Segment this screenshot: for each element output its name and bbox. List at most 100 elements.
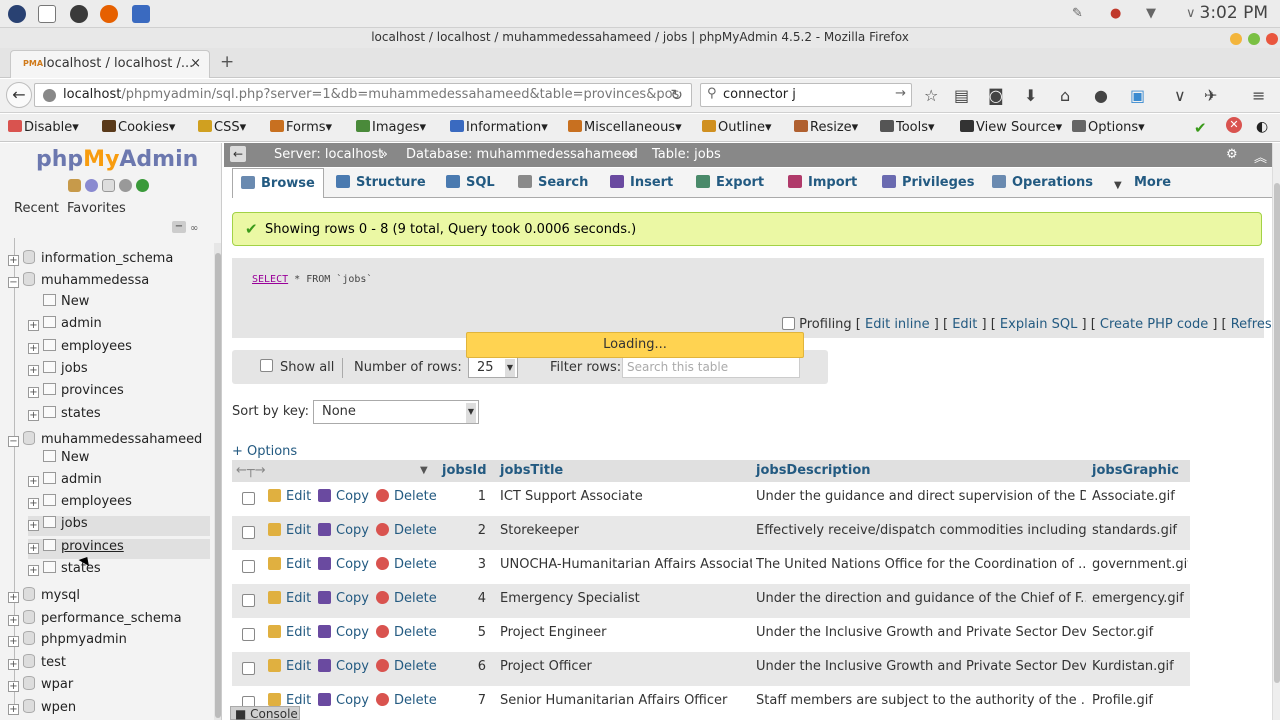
- terminal-icon[interactable]: [38, 5, 56, 23]
- tree-item-jobs[interactable]: + jobs: [28, 516, 210, 536]
- devbar-forms-menu[interactable]: Forms▾: [270, 120, 332, 135]
- edit-button[interactable]: Edit: [268, 557, 311, 572]
- search-go-icon[interactable]: →: [895, 86, 906, 101]
- tree-item-wpen[interactable]: + wpen: [8, 699, 208, 719]
- rows-select[interactable]: 25 ▼: [468, 356, 518, 378]
- tab-browse[interactable]: Browse: [232, 168, 324, 198]
- edit-button[interactable]: Edit: [268, 659, 311, 674]
- reload-nav-icon[interactable]: [136, 179, 149, 192]
- row-checkbox[interactable]: [242, 560, 255, 573]
- cell-jobstitle[interactable]: Project Engineer: [500, 625, 752, 640]
- tab-privileges[interactable]: Privileges: [874, 168, 980, 198]
- expand-icon[interactable]: +: [28, 320, 39, 331]
- profiling-checkbox[interactable]: [782, 317, 795, 330]
- menu-chevron-icon[interactable]: ∨: [1186, 6, 1196, 21]
- delete-button[interactable]: Delete: [376, 489, 437, 504]
- devbar-cookies-menu[interactable]: Cookies▾: [102, 120, 175, 135]
- devbar-images-menu[interactable]: Images▾: [356, 120, 426, 135]
- tree-item-test[interactable]: + test: [8, 654, 208, 674]
- site-info-icon[interactable]: [43, 89, 56, 102]
- breadcrumb-database[interactable]: Database: muhammedessahameed: [406, 147, 638, 162]
- column-header-jobsdescription[interactable]: jobsDescription: [756, 463, 871, 478]
- options-link[interactable]: + Options: [232, 444, 297, 459]
- edit-button[interactable]: Edit: [268, 489, 311, 504]
- column-resize-arrows-icon[interactable]: ←┬→: [236, 463, 266, 478]
- gear-icon[interactable]: ⚙: [1226, 147, 1238, 162]
- column-header-jobstitle[interactable]: jobsTitle: [500, 463, 563, 478]
- expand-icon[interactable]: +: [8, 659, 19, 670]
- expand-icon[interactable]: +: [28, 520, 39, 531]
- cell-jobsdescription[interactable]: Effectively receive/dispatch commodities…: [756, 523, 1086, 538]
- tree-item-phpmyadmin[interactable]: + phpmyadmin: [8, 631, 208, 651]
- recent-tab[interactable]: Recent: [14, 201, 59, 216]
- tree-item-employees[interactable]: + employees: [28, 494, 210, 514]
- tree-item-employees[interactable]: + employees: [28, 339, 210, 359]
- record-icon[interactable]: ●: [1110, 6, 1121, 21]
- network-icon[interactable]: ▼: [1146, 6, 1156, 21]
- edit-inline-link[interactable]: Edit inline: [865, 317, 930, 332]
- cell-jobsdescription[interactable]: Under the direction and guidance of the …: [756, 591, 1086, 606]
- delete-button[interactable]: Delete: [376, 625, 437, 640]
- expand-icon[interactable]: +: [8, 681, 19, 692]
- chat-icon[interactable]: ●: [1094, 86, 1108, 105]
- cell-jobstitle[interactable]: ICT Support Associate: [500, 489, 752, 504]
- tree-item-states[interactable]: + states: [28, 561, 210, 581]
- devbar-options-menu[interactable]: Options▾: [1072, 120, 1145, 135]
- logout-icon[interactable]: [85, 179, 98, 192]
- breadcrumb-server[interactable]: Server: localhost: [274, 147, 383, 162]
- search-input[interactable]: connector j: [723, 87, 796, 102]
- fedora-icon[interactable]: [8, 5, 26, 23]
- cell-jobsid[interactable]: 4: [464, 591, 486, 606]
- devbar-resize-menu[interactable]: Resize▾: [794, 120, 858, 135]
- sql-query[interactable]: SELECT * FROM `jobs`: [252, 274, 372, 285]
- expand-icon[interactable]: +: [8, 592, 19, 603]
- cell-jobsdescription[interactable]: Under the guidance and direct supervisio…: [756, 489, 1086, 504]
- column-header-jobsgraphic[interactable]: jobsGraphic: [1092, 463, 1179, 478]
- create-php-code-link[interactable]: Create PHP code: [1100, 317, 1208, 332]
- tab-structure[interactable]: Structure: [328, 168, 434, 198]
- explain-sql-link[interactable]: Explain SQL: [1000, 317, 1077, 332]
- close-tab-icon[interactable]: ×: [190, 56, 201, 71]
- cell-jobsid[interactable]: 2: [464, 523, 486, 538]
- expand-icon[interactable]: +: [28, 565, 39, 576]
- breadcrumb-table[interactable]: Table: jobs: [652, 147, 721, 162]
- row-checkbox[interactable]: [242, 492, 255, 505]
- phpmyadmin-logo[interactable]: phpMyAdmin: [36, 147, 198, 172]
- tree-item-admin[interactable]: + admin: [28, 472, 210, 492]
- copy-button[interactable]: Copy: [318, 489, 369, 504]
- hamburger-menu-icon[interactable]: ≡: [1252, 86, 1265, 105]
- toolbar-help-icon[interactable]: ◐: [1256, 119, 1268, 135]
- cell-jobsdescription[interactable]: The United Nations Office for the Coordi…: [756, 557, 1086, 572]
- expand-icon[interactable]: +: [8, 636, 19, 647]
- collapse-all-icon[interactable]: −: [172, 221, 186, 233]
- cell-jobsid[interactable]: 6: [464, 659, 486, 674]
- cell-jobsgraphic[interactable]: standards.gif: [1092, 523, 1188, 538]
- devbar-tools-menu[interactable]: Tools▾: [880, 120, 935, 135]
- expand-icon[interactable]: +: [28, 365, 39, 376]
- extension-menu-icon[interactable]: ∨: [1174, 86, 1186, 105]
- cell-jobstitle[interactable]: UNOCHA-Humanitarian Affairs Associate: [500, 557, 752, 572]
- sort-dropdown-icon[interactable]: ▼: [420, 465, 428, 476]
- tree-item-new[interactable]: New: [28, 294, 210, 314]
- tree-item-information-schema[interactable]: + information_schema: [8, 250, 208, 270]
- link-with-main-icon[interactable]: ∞: [190, 223, 198, 234]
- docs-icon[interactable]: [102, 179, 115, 192]
- cell-jobstitle[interactable]: Project Officer: [500, 659, 752, 674]
- tree-item-muhammedessa[interactable]: − muhammedessa: [8, 272, 208, 292]
- delete-button[interactable]: Delete: [376, 659, 437, 674]
- tree-item-muhammedessahameed[interactable]: − muhammedessahameed: [8, 431, 208, 451]
- sort-select[interactable]: None ▼: [313, 400, 479, 424]
- expand-icon[interactable]: +: [8, 615, 19, 626]
- delete-button[interactable]: Delete: [376, 591, 437, 606]
- copy-button[interactable]: Copy: [318, 625, 369, 640]
- cell-jobsdescription[interactable]: Staff members are subject to the authori…: [756, 693, 1086, 708]
- expand-icon[interactable]: +: [28, 343, 39, 354]
- cell-jobsdescription[interactable]: Under the Inclusive Growth and Private S…: [756, 659, 1086, 674]
- devbar-miscellaneous-menu[interactable]: Miscellaneous▾: [568, 120, 682, 135]
- filter-input[interactable]: Search this table: [622, 356, 800, 378]
- expand-icon[interactable]: +: [28, 410, 39, 421]
- sidebar-scrollbar[interactable]: [214, 243, 221, 720]
- browser-icon[interactable]: [70, 5, 88, 23]
- tab-import[interactable]: Import: [780, 168, 870, 198]
- copy-button[interactable]: Copy: [318, 591, 369, 606]
